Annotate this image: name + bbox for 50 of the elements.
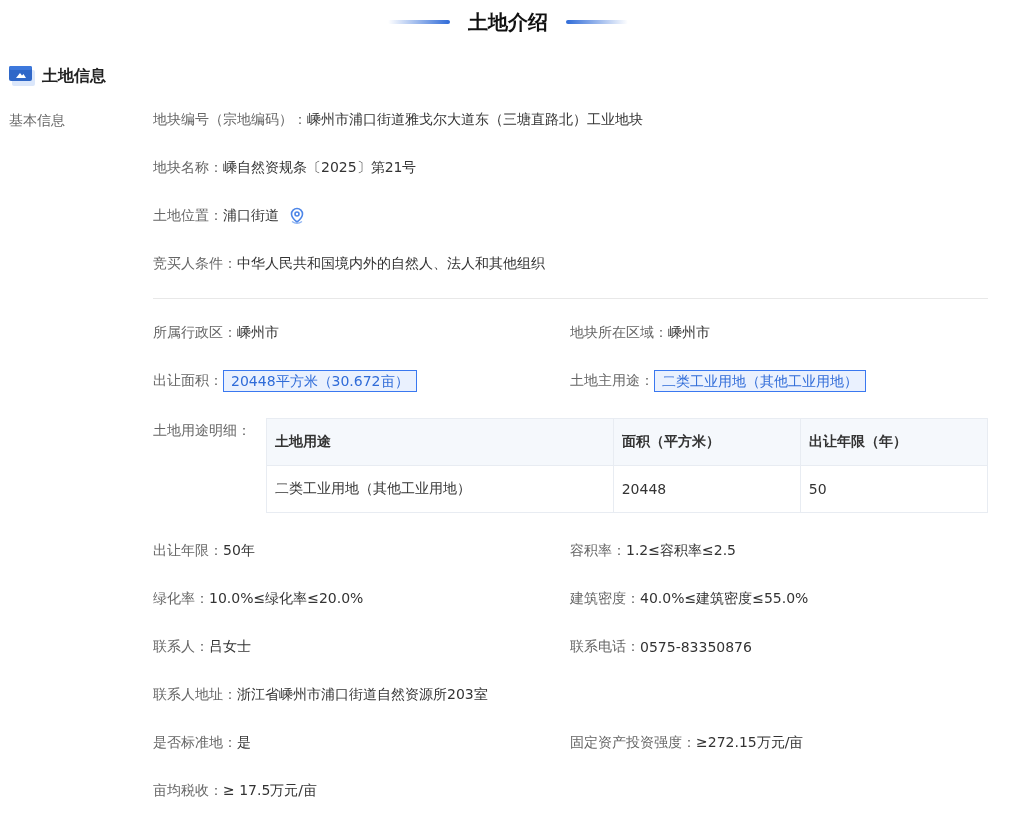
field-value: 1.2≤容积率≤2.5	[626, 542, 736, 560]
field-label: 土地用途明细：	[153, 421, 252, 440]
highlighted-value: 二类工业用地（其他工业用地）	[654, 370, 866, 392]
field-label: 固定资产投资强度：	[570, 734, 696, 752]
field-label: 联系人地址：	[153, 686, 237, 704]
field-value: 嵊自然资规条〔2025〕第21号	[223, 159, 417, 177]
field-label: 出让面积：	[153, 372, 223, 390]
section-title: 土地信息	[42, 65, 106, 87]
title-accent-line	[388, 20, 450, 24]
field-label: 亩均税收：	[153, 782, 223, 800]
field-label: 所属行政区：	[153, 324, 237, 342]
field-value: 50年	[223, 542, 255, 560]
field-label: 地块名称：	[153, 159, 223, 177]
field-label: 建筑密度：	[570, 590, 640, 608]
group-label: 基本信息	[8, 111, 66, 130]
column-header: 面积（平方米）	[613, 418, 801, 466]
field-value: 40.0%≤建筑密度≤55.0%	[640, 590, 809, 608]
field-value: 嵊州市	[668, 324, 710, 342]
field-value: 嵊州市	[237, 324, 279, 342]
field-value: ≥272.15万元/亩	[696, 734, 804, 752]
field-label: 出让年限：	[153, 542, 223, 560]
field-label: 地块所在区域：	[570, 324, 668, 342]
field-label: 竞买人条件：	[153, 255, 237, 273]
title-accent-line	[566, 20, 628, 24]
column-header: 出让年限（年）	[800, 418, 988, 466]
field-value: 中华人民共和国境内外的自然人、法人和其他组织	[237, 255, 545, 273]
field-label: 联系人：	[153, 638, 209, 656]
field-label: 土地主用途：	[570, 372, 654, 390]
highlighted-value: 20448平方米（30.672亩）	[223, 370, 417, 392]
field-label: 容积率：	[570, 542, 626, 560]
table-cell: 50	[800, 465, 988, 513]
field-label: 联系电话：	[570, 638, 640, 656]
field-value: 浦口街道	[223, 207, 279, 225]
field-label: 是否标准地：	[153, 734, 237, 752]
picture-icon	[9, 66, 35, 86]
field-value: 吕女士	[209, 638, 251, 656]
column-header: 土地用途	[266, 418, 614, 466]
field-value: 浙江省嵊州市浦口街道自然资源所203室	[237, 686, 488, 704]
field-value: 嵊州市浦口街道雅戈尔大道东（三塘直路北）工业地块	[307, 111, 643, 129]
field-value: 0575-83350876	[640, 639, 752, 655]
field-value: 10.0%≤绿化率≤20.0%	[209, 590, 364, 608]
field-label: 绿化率：	[153, 590, 209, 608]
field-label: 地块编号（宗地编码）：	[153, 111, 307, 129]
page-title: 土地介绍	[468, 8, 548, 36]
location-pin-icon[interactable]	[289, 207, 305, 225]
table-cell: 20448	[613, 465, 801, 513]
table-cell: 二类工业用地（其他工业用地）	[266, 465, 614, 513]
field-value: ≥ 17.5万元/亩	[223, 782, 318, 800]
field-value: 是	[237, 734, 251, 752]
field-label: 土地位置：	[153, 207, 223, 225]
